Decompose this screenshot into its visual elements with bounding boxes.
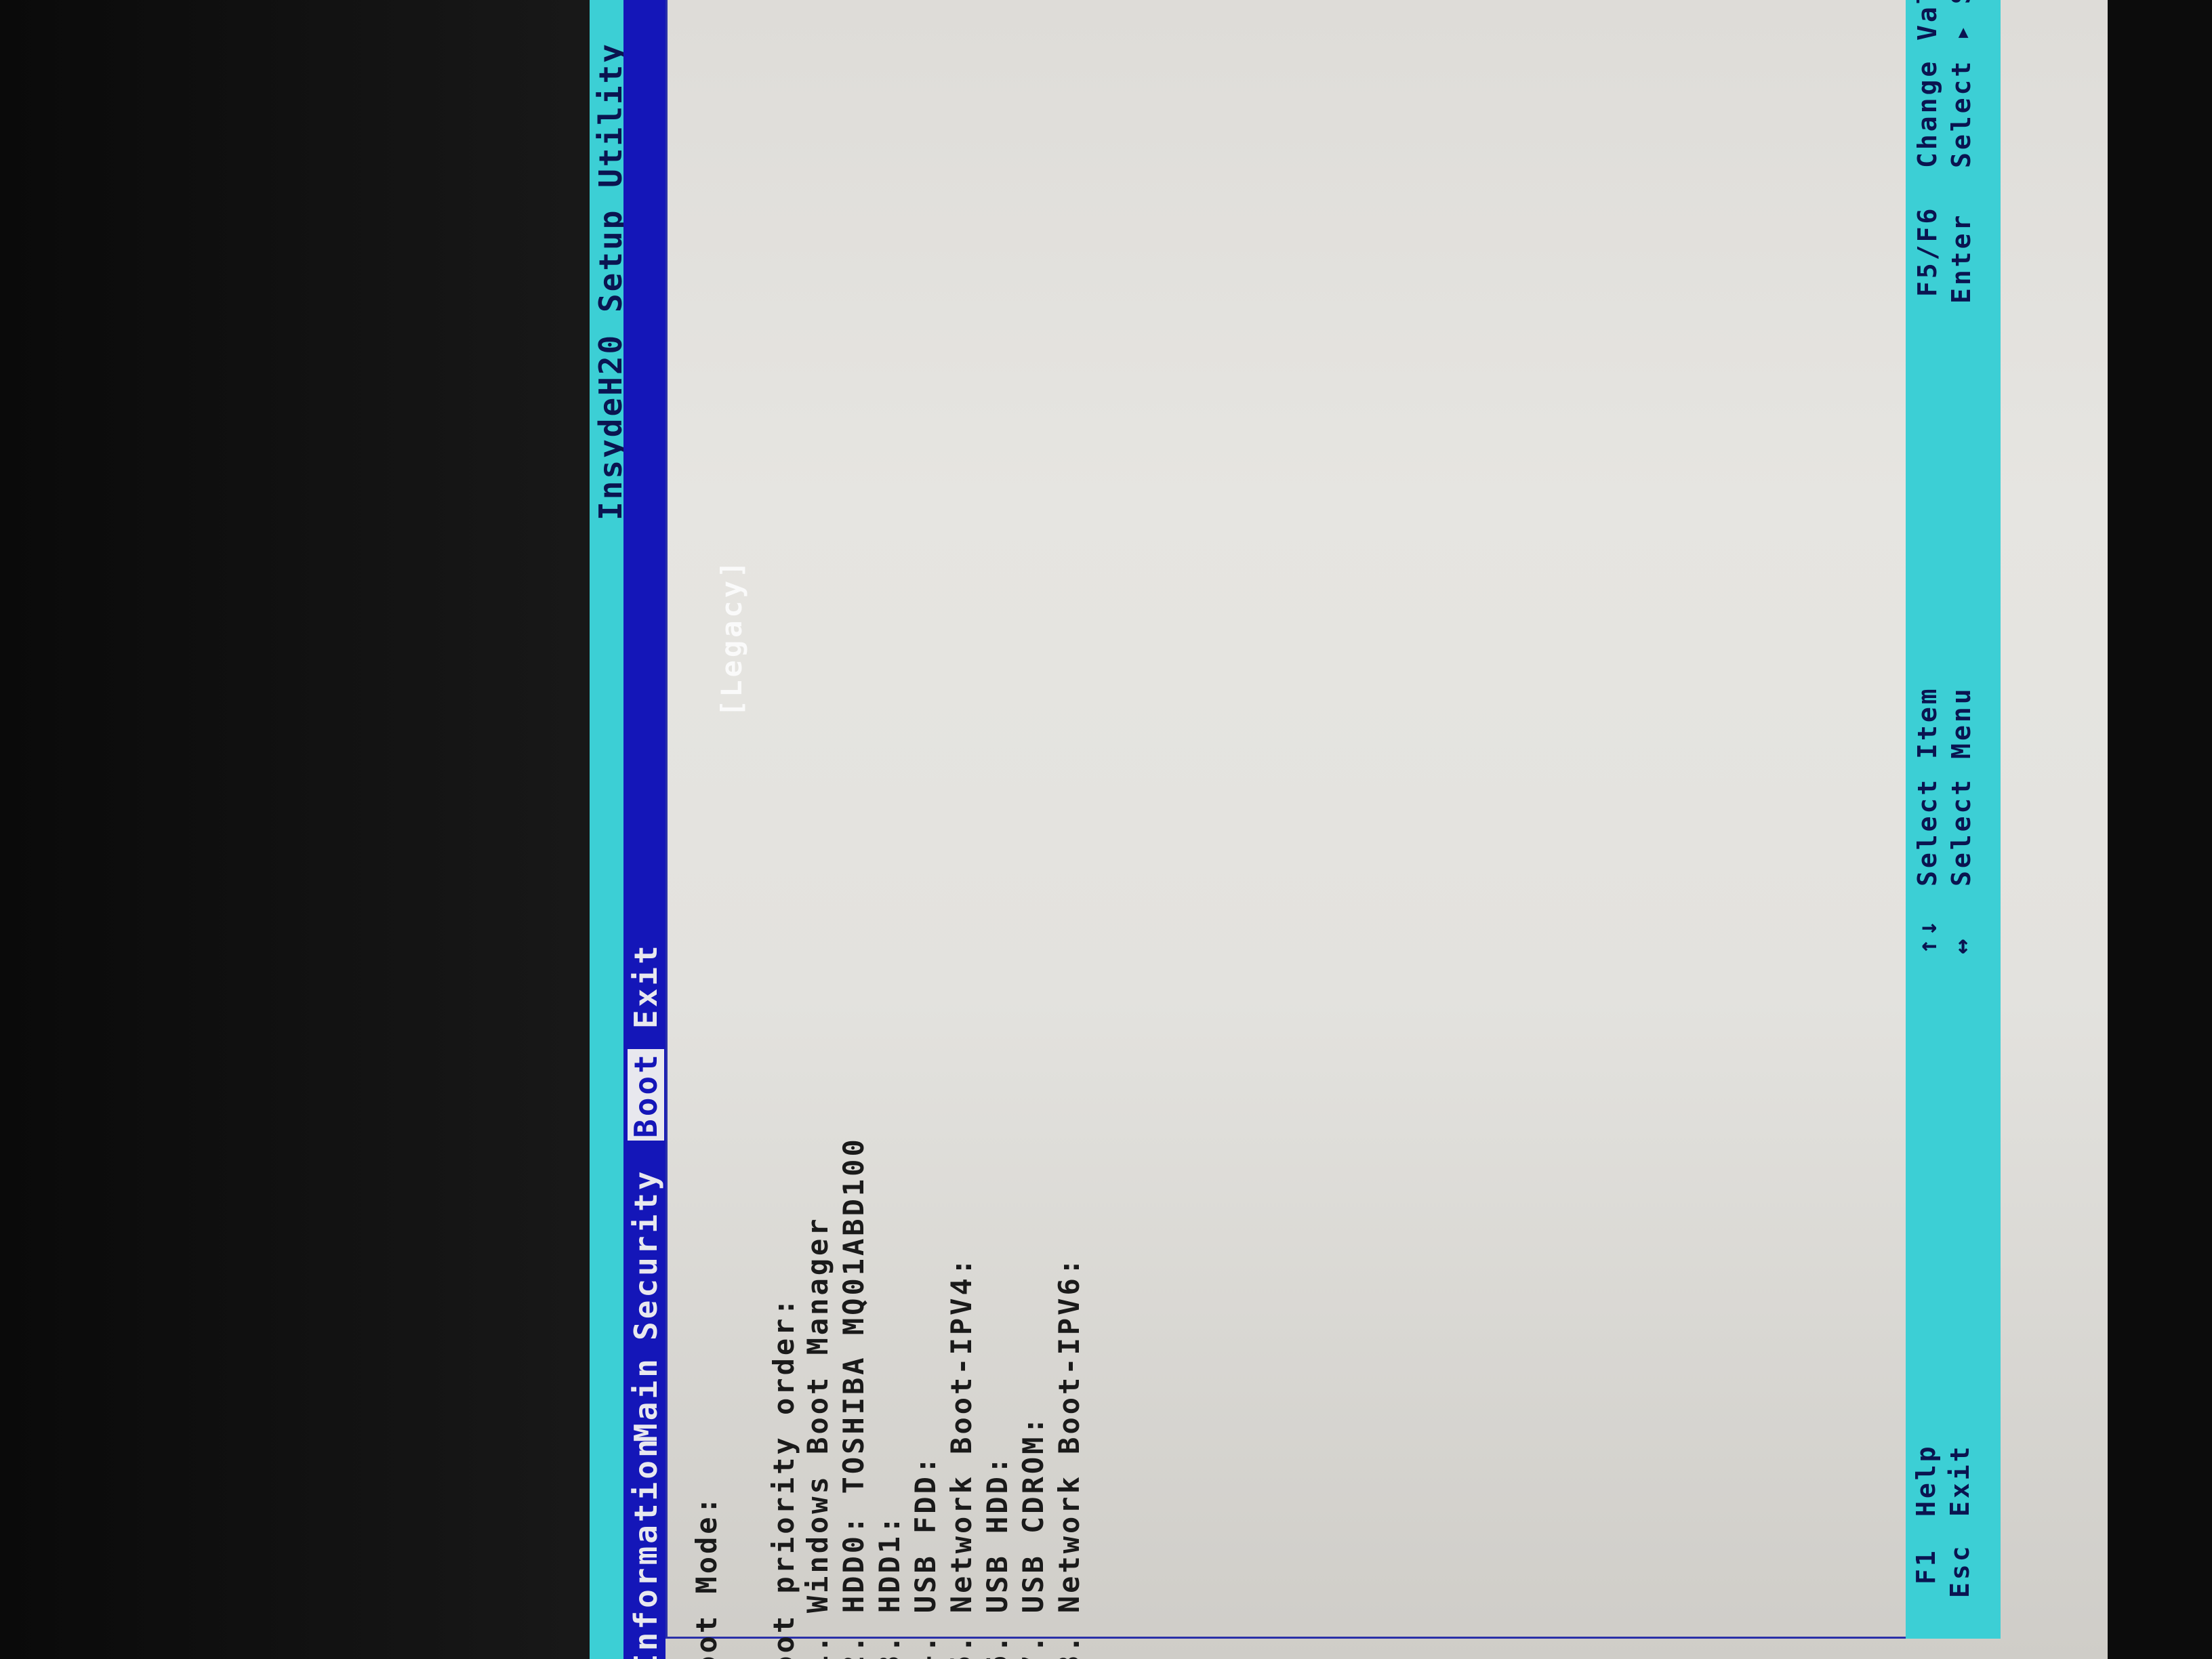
enter-desc: Select ▸ S [1946,0,1976,168]
boot-entry[interactable]: 1. Windows Boot Manager [801,1216,834,1659]
f1-desc: Help [1911,1443,1941,1517]
f5f6-desc: Change Val [1912,0,1942,168]
enter-key: Enter [1946,212,1976,304]
boot-entry[interactable]: 7. USB CDROM: [1017,1414,1050,1659]
leftright-desc: Select Menu [1946,686,1976,886]
boot-entry[interactable]: 2. HDD0: TOSHIBA MQ01ABD100 [837,1136,870,1659]
bios-screen: InsydeH20 Setup Utility Information Main… [590,0,2108,1659]
boot-entry[interactable]: 4. USB FDD: [909,1454,942,1659]
boot-entry-number: 5. [945,1633,978,1659]
boot-priority-header: Boot priority order: [767,1296,800,1659]
boot-entry-label: Network Boot-IPV4: [945,1255,978,1614]
esc-desc: Exit [1945,1443,1975,1517]
menu-bar: Information Main Security Boot Exit [623,0,665,1659]
boot-mode-value[interactable]: [Legacy] [715,558,748,717]
tab-security[interactable]: Security [628,1168,664,1340]
updown-desc: Select Item [1912,686,1942,886]
f1-key: F1 [1911,1548,1941,1584]
boot-entry[interactable]: 5. Network Boot-IPV4: [945,1256,978,1659]
boot-entry[interactable]: 8. Network Boot-IPV6: [1052,1256,1086,1659]
boot-entry-label: HDD1: [873,1513,906,1614]
boot-entry-label: USB FDD: [909,1454,942,1614]
boot-entry-label: HDD0: TOSHIBA MQ01ABD100 [837,1136,870,1614]
title-bar: InsydeH20 Setup Utility [590,0,629,1659]
boot-entry-number: 2. [837,1633,870,1659]
boot-entry-label: Network Boot-IPV6: [1052,1255,1086,1614]
tab-exit[interactable]: Exit [628,943,664,1029]
boot-mode-label: Boot Mode: [690,1494,723,1659]
left-right-arrows-icon: ↔ [1946,936,1976,954]
tab-information[interactable]: Information [628,1436,664,1659]
boot-entry-number: 4. [909,1633,942,1659]
boot-entry-number: 8. [1052,1633,1086,1659]
boot-entry-label: Windows Boot Manager [801,1216,834,1614]
tab-boot[interactable]: Boot [628,1049,664,1141]
boot-entry-number: 7. [1017,1633,1050,1659]
esc-key: Esc [1945,1543,1975,1598]
boot-entry-label: USB HDD: [981,1454,1014,1614]
boot-entry[interactable]: 6. USB HDD: [981,1454,1014,1659]
tab-main[interactable]: Main [628,1356,664,1442]
status-bar: F1 Help Esc Exit ↑↓ Select Item ↔ Select… [1906,0,2001,1639]
boot-entry-number: 6. [981,1633,1014,1659]
f5f6-key: F5/F6 [1912,205,1942,297]
boot-entry-number: 1. [801,1633,834,1659]
up-down-arrows-icon: ↑↓ [1912,918,1942,954]
boot-entry[interactable]: 3. HDD1: [873,1514,906,1659]
boot-entry-number: 3. [873,1633,906,1659]
boot-entry-label: USB CDROM: [1017,1414,1050,1614]
